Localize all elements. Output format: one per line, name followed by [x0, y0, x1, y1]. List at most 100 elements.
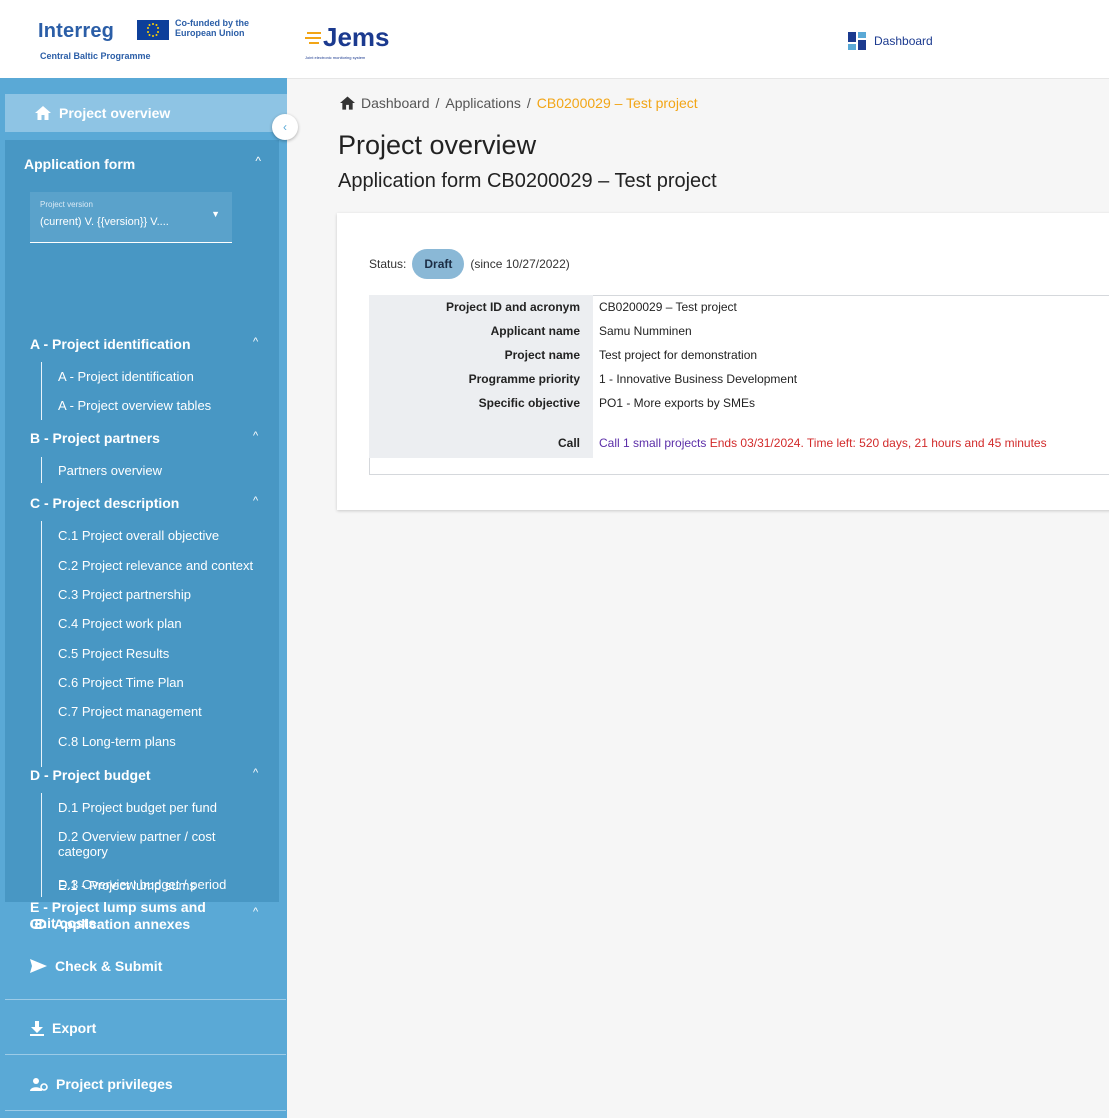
row-value: CB0200029 – Test project — [599, 300, 737, 314]
status-badge: Draft — [412, 249, 465, 279]
tree-line — [41, 362, 42, 420]
sidebar-divider — [5, 1054, 286, 1055]
row-value-call: Call 1 small projects Ends 03/31/2024. T… — [593, 415, 1109, 458]
sidebar-item-label: Project overview — [59, 105, 171, 121]
project-info-table: Project ID and acronym CB0200029 – Test … — [369, 295, 1109, 458]
nav-c6[interactable]: C.6 Project Time Plan — [58, 675, 184, 690]
chevron-up-icon[interactable]: ^ — [253, 767, 258, 779]
nav-d1[interactable]: D.1 Project budget per fund — [58, 800, 217, 815]
sidebar-divider — [5, 999, 286, 1000]
eu-flag-icon — [137, 20, 169, 40]
call-link[interactable]: Call 1 small projects — [599, 436, 706, 450]
nav-c8[interactable]: C.8 Long-term plans — [58, 734, 176, 749]
jems-subtitle: Joint electronic monitoring system — [305, 55, 366, 60]
row-value: Samu Numminen — [599, 324, 692, 338]
nav-b-partners-overview[interactable]: Partners overview — [58, 463, 162, 478]
nav-a-project-identification[interactable]: A - Project identification — [58, 369, 194, 384]
table-row: Specific objective PO1 - More exports by… — [369, 391, 1109, 415]
page-title: Project overview — [338, 130, 537, 160]
jems-logo-icon — [305, 32, 321, 44]
sidebar-item-label: Check & Submit — [55, 958, 163, 974]
interreg-wordmark: Interreg — [38, 20, 115, 42]
dropdown-caret-icon: ▼ — [211, 209, 220, 219]
sidebar-item-check-submit[interactable]: Check & Submit — [30, 958, 162, 974]
section-b-toggle[interactable]: B - Project partners — [30, 430, 260, 446]
dashboard-nav-label: Dashboard — [874, 34, 933, 48]
application-form-toggle[interactable]: Application form — [24, 156, 135, 172]
cofunded-text: Co-funded by the European Union — [175, 18, 249, 38]
row-value: 1 - Innovative Business Development — [599, 372, 798, 386]
sidebar-divider — [5, 1110, 286, 1111]
table-row: Project name Test project for demonstrat… — [369, 343, 1109, 367]
row-label: Project name — [369, 343, 593, 367]
breadcrumb-separator: / — [526, 95, 531, 111]
row-label: Project ID and acronym — [369, 295, 593, 319]
table-row-call: Call Call 1 small projects Ends 03/31/20… — [369, 415, 1109, 458]
section-d-toggle[interactable]: D - Project budget — [30, 767, 260, 783]
sidebar-item-label: Export — [52, 1020, 97, 1036]
nav-c2[interactable]: C.2 Project relevance and context — [58, 558, 253, 573]
dashboard-grid-icon — [848, 32, 866, 50]
row-label: Call — [369, 415, 593, 458]
home-icon — [340, 96, 355, 110]
tree-line — [41, 457, 42, 483]
nav-e1[interactable]: E.1 - Project lump sums — [58, 878, 196, 893]
nav-c5[interactable]: C.5 Project Results — [58, 646, 169, 661]
call-ends-text: Ends 03/31/2024. Time left: 520 days, 21… — [709, 436, 1047, 450]
breadcrumb-separator: / — [435, 95, 440, 111]
chevron-up-icon[interactable]: ^ — [253, 430, 258, 442]
jems-wordmark: Jems — [323, 22, 390, 52]
breadcrumb-dashboard[interactable]: Dashboard — [361, 95, 430, 111]
project-version-label: Project version — [40, 200, 93, 209]
breadcrumb: Dashboard / Applications / CB0200029 – T… — [340, 95, 698, 111]
dashboard-nav-button[interactable]: Dashboard — [848, 32, 933, 50]
sidebar-item-label: Project privileges — [56, 1076, 173, 1092]
project-overview-card: Status: Draft (since 10/27/2022) Project… — [337, 213, 1109, 510]
row-label: Specific objective — [369, 391, 593, 415]
jems-logo[interactable]: Jems Joint electronic monitoring system — [305, 22, 425, 65]
tree-line — [41, 872, 42, 896]
sidebar-item-project-overview[interactable]: Project overview — [5, 94, 287, 132]
chevron-left-icon: ‹ — [283, 120, 287, 134]
project-version-value: (current) V. {{version}} V.... — [40, 216, 169, 228]
nav-c1[interactable]: C.1 Project overall objective — [58, 528, 219, 543]
interreg-logo[interactable]: Interreg Co-funded by the European Union… — [38, 18, 268, 70]
chevron-up-icon[interactable]: ^ — [253, 336, 258, 348]
nav-a-project-overview-tables[interactable]: A - Project overview tables — [58, 398, 211, 413]
nav-c4[interactable]: C.4 Project work plan — [58, 616, 182, 631]
sidebar-collapse-button[interactable]: ‹ — [272, 114, 298, 140]
chevron-up-icon[interactable]: ^ — [253, 495, 258, 507]
sidebar-item-project-privileges[interactable]: Project privileges — [30, 1076, 173, 1092]
project-version-select[interactable]: Project version (current) V. {{version}}… — [30, 192, 232, 243]
tree-line — [41, 521, 42, 767]
download-icon — [30, 1020, 44, 1036]
user-settings-icon — [30, 1078, 48, 1091]
top-header: Interreg Co-funded by the European Union… — [0, 0, 1109, 79]
chevron-up-icon[interactable]: ^ — [255, 154, 261, 168]
sidebar-item-application-annexes[interactable]: Application annexes — [30, 916, 190, 932]
section-a-toggle[interactable]: A - Project identification — [30, 336, 260, 352]
status-row: Status: Draft (since 10/27/2022) — [369, 249, 570, 279]
sidebar-item-export[interactable]: Export — [30, 1020, 96, 1036]
row-label: Programme priority — [369, 367, 593, 391]
breadcrumb-applications[interactable]: Applications — [445, 95, 521, 111]
row-value: Test project for demonstration — [599, 348, 758, 362]
programme-name: Central Baltic Programme — [40, 51, 151, 61]
page-subtitle: Application form CB0200029 – Test projec… — [338, 170, 717, 192]
application-form-panel: Application form ^ Project version (curr… — [5, 140, 279, 931]
breadcrumb-current: CB0200029 – Test project — [536, 95, 698, 111]
table-row: Applicant name Samu Numminen — [369, 319, 1109, 343]
sidebar: Project overview Application form ^ Proj… — [0, 78, 287, 1118]
send-icon — [30, 959, 47, 973]
status-label: Status: — [369, 257, 407, 271]
status-since: (since 10/27/2022) — [470, 257, 570, 271]
table-row: Project ID and acronym CB0200029 – Test … — [369, 295, 1109, 319]
nav-c7[interactable]: C.7 Project management — [58, 704, 202, 719]
nav-d2[interactable]: D.2 Overview partner / cost category — [58, 829, 248, 859]
home-icon — [35, 106, 51, 120]
sidebar-item-label: Application annexes — [54, 916, 191, 932]
chevron-up-icon[interactable]: ^ — [253, 906, 258, 918]
nav-c3[interactable]: C.3 Project partnership — [58, 587, 191, 602]
section-c-toggle[interactable]: C - Project description — [30, 495, 260, 511]
table-row: Programme priority 1 - Innovative Busine… — [369, 367, 1109, 391]
